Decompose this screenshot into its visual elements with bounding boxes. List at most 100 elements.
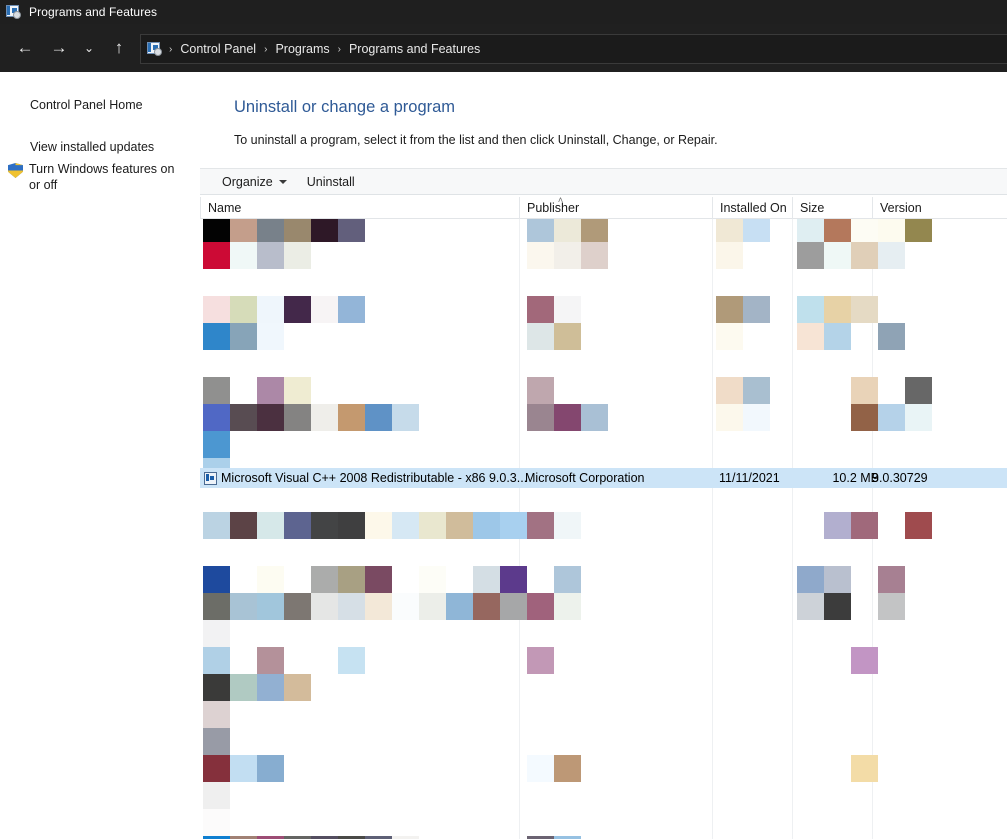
redacted-block: [203, 431, 230, 458]
redacted-block: [338, 404, 365, 431]
redacted-block: [527, 242, 554, 269]
redacted-block: [203, 647, 230, 674]
redacted-block: [554, 323, 581, 350]
column-header-label: Version: [880, 201, 922, 215]
redacted-block: [230, 404, 257, 431]
redacted-block: [203, 219, 230, 242]
breadcrumb-item-control-panel[interactable]: Control Panel: [176, 40, 260, 58]
column-header-installed_on[interactable]: Installed On: [712, 197, 792, 219]
caret-down-icon: [278, 179, 287, 184]
redacted-block: [716, 296, 743, 323]
redacted-block: [338, 566, 365, 593]
redacted-block: [878, 242, 905, 269]
redacted-block: [473, 566, 500, 593]
control-panel-icon: [147, 41, 163, 57]
redacted-block: [851, 377, 878, 404]
shield-icon: [8, 163, 23, 178]
redacted-block: [338, 296, 365, 323]
column-header-publisher[interactable]: Publisher: [519, 197, 712, 219]
redacted-block: [500, 593, 527, 620]
redacted-block: [878, 566, 905, 593]
sidebar-item-turn-windows-features[interactable]: Turn Windows features on or off: [0, 158, 200, 196]
redacted-block: [851, 647, 878, 674]
column-header-label: Size: [800, 201, 825, 215]
redacted-block: [527, 512, 554, 539]
redacted-block: [878, 593, 905, 620]
column-header-name[interactable]: Name: [200, 197, 519, 219]
redacted-block: [716, 219, 743, 242]
up-button[interactable]: ↑: [102, 31, 136, 65]
redacted-block: [203, 323, 230, 350]
breadcrumb-separator[interactable]: ›: [337, 44, 342, 55]
redacted-block: [554, 404, 581, 431]
redacted-block: [203, 377, 230, 404]
row-cell-version: 9.0.30729: [872, 471, 928, 485]
redacted-block: [257, 647, 284, 674]
redacted-block: [473, 593, 500, 620]
redacted-block: [230, 755, 257, 782]
redacted-block: [338, 512, 365, 539]
redacted-block: [554, 296, 581, 323]
redacted-block: [257, 566, 284, 593]
sidebar-item-view-installed-updates[interactable]: View installed updates: [0, 136, 200, 158]
redacted-block: [743, 219, 770, 242]
redacted-block: [284, 377, 311, 404]
back-button[interactable]: ←: [8, 31, 42, 65]
redacted-block: [365, 512, 392, 539]
column-header-version[interactable]: Version: [872, 197, 1007, 219]
redacted-block: [824, 219, 851, 242]
redacted-block: [311, 296, 338, 323]
table-row[interactable]: Microsoft Visual C++ 2008 Redistributabl…: [200, 468, 1007, 488]
redacted-block: [824, 593, 851, 620]
redacted-block: [851, 755, 878, 782]
sidebar-item-label[interactable]: Turn Windows features on or off: [29, 158, 179, 196]
redacted-block: [824, 323, 851, 350]
redacted-block: [527, 323, 554, 350]
redacted-block: [743, 377, 770, 404]
redacted-block: [284, 219, 311, 242]
redacted-block: [203, 242, 230, 269]
redacted-block: [554, 219, 581, 242]
uninstall-button[interactable]: Uninstall: [299, 172, 363, 192]
redacted-block: [257, 323, 284, 350]
breadcrumb-item-programs-and-features[interactable]: Programs and Features: [345, 40, 484, 58]
redacted-block: [581, 242, 608, 269]
organize-button[interactable]: Organize: [214, 172, 295, 192]
window-title: Programs and Features: [29, 5, 158, 19]
redacted-block: [527, 219, 554, 242]
column-divider: [792, 219, 793, 839]
redacted-block: [230, 674, 257, 701]
redacted-block: [446, 512, 473, 539]
column-header-size[interactable]: Size: [792, 197, 872, 219]
redacted-block: [905, 219, 932, 242]
redacted-block: [311, 566, 338, 593]
redacted-block: [446, 593, 473, 620]
redacted-block: [716, 404, 743, 431]
breadcrumb-item-programs[interactable]: Programs: [271, 40, 333, 58]
page-title: Uninstall or change a program: [234, 98, 456, 116]
redacted-block: [284, 512, 311, 539]
redacted-block: [338, 219, 365, 242]
address-bar[interactable]: › Control Panel › Programs › Programs an…: [140, 34, 1007, 64]
redacted-block: [392, 512, 419, 539]
redacted-block: [203, 701, 230, 728]
redacted-block: [284, 674, 311, 701]
column-header-label: Installed On: [720, 201, 787, 215]
redacted-block: [419, 512, 446, 539]
redacted-block: [797, 296, 824, 323]
redacted-block: [716, 323, 743, 350]
redacted-block: [392, 593, 419, 620]
sidebar-item-control-panel-home[interactable]: Control Panel Home: [0, 94, 200, 116]
row-cell-name: Microsoft Visual C++ 2008 Redistributabl…: [221, 471, 528, 485]
redacted-block: [554, 593, 581, 620]
breadcrumb-separator[interactable]: ›: [168, 44, 173, 55]
redacted-block: [230, 296, 257, 323]
redacted-block: [797, 242, 824, 269]
redacted-block: [527, 755, 554, 782]
breadcrumb-separator[interactable]: ›: [263, 44, 268, 55]
redacted-block: [311, 593, 338, 620]
programs-list[interactable]: Microsoft Visual C++ 2008 Redistributabl…: [200, 219, 1007, 839]
recent-locations-icon[interactable]: ⌄: [76, 31, 102, 65]
forward-button[interactable]: →: [42, 31, 76, 65]
redacted-block: [257, 512, 284, 539]
